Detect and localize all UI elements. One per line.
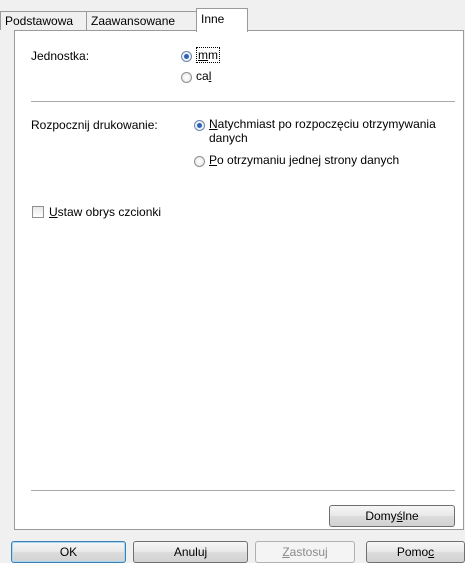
unit-cal-accel: l xyxy=(208,69,212,83)
help-accel: c xyxy=(428,545,435,559)
start-immediately-line2: danych xyxy=(209,131,248,145)
separator xyxy=(31,101,455,103)
apply-accel: Z xyxy=(282,545,290,559)
defaults-pre: Domy xyxy=(365,509,397,523)
apply-post: astosuj xyxy=(289,545,328,559)
unit-mm-radio[interactable] xyxy=(181,51,192,62)
start-after-page-accel: P xyxy=(209,153,218,167)
start-immediately-radio[interactable] xyxy=(194,120,205,131)
start-immediately-label[interactable]: Natychmiast po rozpoczęciu otrzymywania … xyxy=(209,117,436,145)
tab-panel-inne: Jednostka: mm cal Rozpocznij drukowanie:… xyxy=(14,30,464,530)
start-print-label: Rozpocznij drukowanie: xyxy=(31,118,158,132)
tab-zaawansowane[interactable]: Zaawansowane xyxy=(86,11,197,30)
ok-button[interactable]: OK xyxy=(11,541,126,563)
start-immediately-rest: atychmiast po rozpoczęciu otrzymywania xyxy=(217,117,436,131)
font-outline-label[interactable]: Ustaw obrys czcionki xyxy=(49,205,161,219)
unit-mm-accel: m xyxy=(198,48,208,62)
start-after-page-rest: o otrzymaniu jednej strony danych xyxy=(217,153,400,167)
defaults-button[interactable]: Domyślne xyxy=(329,505,455,527)
unit-mm-label[interactable]: mm xyxy=(196,47,220,63)
help-pre: Pomo xyxy=(396,545,429,559)
bottom-separator xyxy=(31,490,455,492)
unit-mm-rest: m xyxy=(208,48,218,62)
font-outline-rest: staw obrys czcionki xyxy=(57,205,162,219)
apply-button[interactable]: Zastosuj xyxy=(255,541,355,563)
unit-label: Jednostka: xyxy=(31,49,90,63)
font-outline-checkbox[interactable] xyxy=(32,206,44,218)
unit-cal-radio[interactable] xyxy=(181,72,192,83)
defaults-post: lne xyxy=(402,509,419,523)
font-outline-accel: U xyxy=(49,205,58,219)
unit-cal-label[interactable]: cal xyxy=(196,69,211,83)
start-immediately-accel: N xyxy=(209,117,218,131)
tab-inne[interactable]: Inne xyxy=(196,8,248,32)
tab-podstawowa[interactable]: Podstawowa xyxy=(0,11,87,30)
unit-cal-pre: ca xyxy=(196,69,209,83)
help-button[interactable]: Pomoc xyxy=(366,541,465,563)
cancel-button[interactable]: Anuluj xyxy=(133,541,248,563)
start-after-page-label[interactable]: Po otrzymaniu jednej strony danych xyxy=(209,153,399,167)
start-after-page-radio[interactable] xyxy=(194,156,205,167)
